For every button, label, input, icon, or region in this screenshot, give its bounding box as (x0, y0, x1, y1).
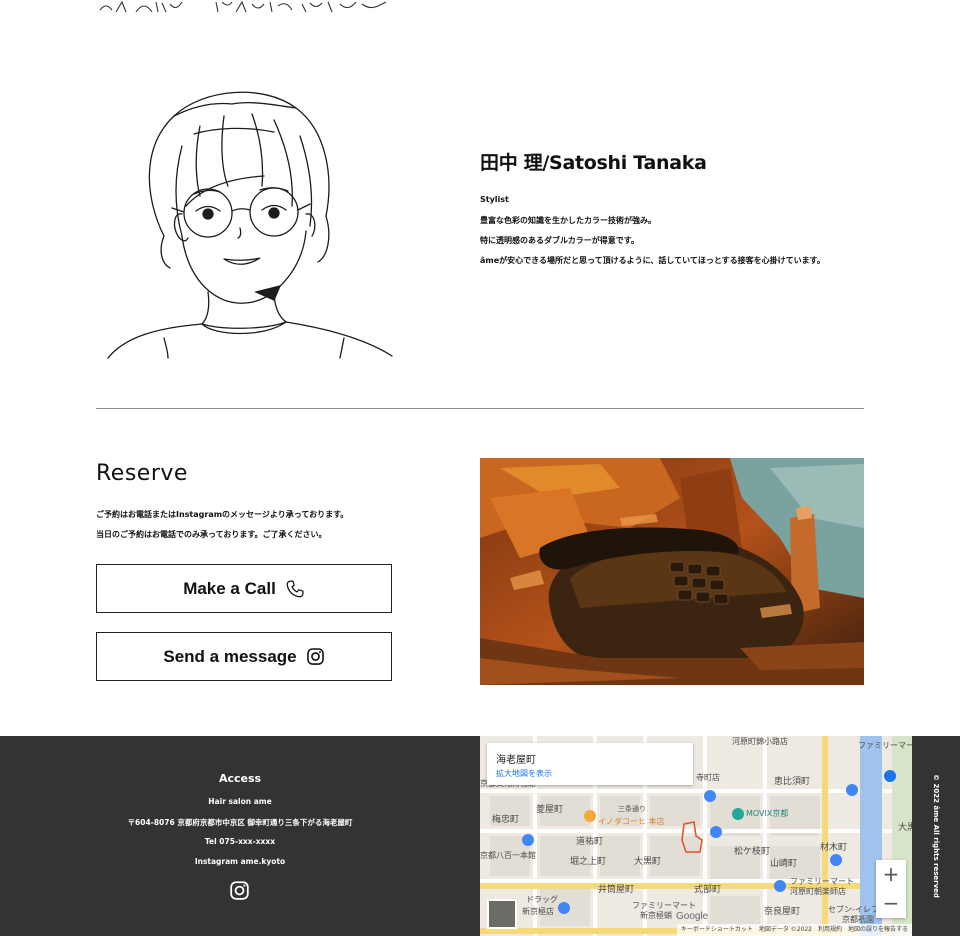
stylist-bio-line: 豊富な色彩の知識を生かしたカラー技術が強み。 (480, 216, 656, 225)
telephone-painting-image (480, 458, 864, 685)
copyright-text: © 2022 âme All rights reserved (932, 774, 940, 898)
access-heading: Access (218, 772, 262, 785)
larger-map-link[interactable]: 拡大地図を表示 (496, 768, 552, 779)
zoom-out-button[interactable]: − (876, 889, 906, 918)
salon-phone: Tel 075-xxx-xxxx (204, 837, 276, 846)
map-label: 堀之上町 (570, 857, 607, 867)
phone-icon (285, 579, 305, 599)
map-label: 大黒 (898, 823, 912, 833)
salon-instagram-handle: Instagram ame.kyoto (194, 857, 286, 866)
map-label: 山崎町 (770, 859, 798, 869)
stylist-name: 田中 理/Satoshi Tanaka (480, 152, 707, 174)
google-map-embed[interactable]: 河原町錦小路店 ファミリーマート 寺町店 京都文化博物館 恵比須町 菱屋町 三条… (480, 736, 912, 936)
instagram-icon (306, 647, 325, 666)
map-label: MOVIX京都 (746, 809, 789, 818)
map-label: 河原町朝楽師店 (790, 887, 846, 896)
map-label: 京都八百一本館 (480, 851, 536, 860)
map-label: 菱屋町 (536, 805, 564, 815)
map-label: 河原町錦小路店 (732, 737, 788, 746)
map-label: 大黒町 (634, 857, 662, 867)
map-label: 式部町 (694, 885, 722, 895)
map-attribution[interactable]: キーボードショートカット 地図データ ©2022 利用規約 地図の誤りを報告する (676, 924, 912, 936)
map-label: イノダコーヒ 本店 (598, 817, 665, 826)
section-divider (96, 408, 864, 409)
map-label: 新京極店 (522, 907, 554, 916)
map-label: ファミリーマート (858, 741, 912, 750)
map-label: 梅忠町 (492, 815, 520, 825)
google-logo: Google (676, 911, 709, 922)
map-place-title: 海老屋町 (496, 755, 536, 766)
copyright-sidebar: © 2022 âme All rights reserved (912, 736, 960, 936)
salon-name: Hair salon ame (208, 797, 272, 806)
stylist-portrait-illustration (104, 86, 394, 360)
map-satellite-toggle[interactable] (487, 899, 517, 929)
map-place-card: 海老屋町 拡大地図を表示 (487, 743, 693, 785)
map-zoom-controls: + − (876, 860, 906, 918)
reserve-text-line: ご予約はお電話またはInstagramのメッセージより承っております。 (96, 510, 349, 519)
map-label: 松ケ枝町 (734, 847, 771, 857)
zoom-in-button[interactable]: + (876, 860, 906, 889)
map-label: ドラッグ (526, 895, 558, 904)
map-label: 道祐町 (576, 837, 604, 847)
salon-address: 〒604-8076 京都府京都市中京区 御幸町通り三条下がる海老屋町 (127, 818, 353, 827)
reserve-heading: Reserve (96, 461, 188, 486)
send-message-label: Send a message (163, 646, 297, 666)
stylist-bio-line: 特に透明感のあるダブルカラーが得意です。 (480, 236, 639, 245)
send-message-button[interactable]: Send a message (96, 632, 392, 681)
map-label: 奈良屋町 (764, 907, 801, 917)
footer-instagram-icon[interactable] (229, 880, 250, 901)
map-label: 三条通り (618, 805, 646, 813)
map-label: 井筒屋町 (598, 885, 635, 895)
reserve-text-line: 当日のご予約はお電話でのみ承っております。ご了承ください。 (96, 530, 327, 539)
map-label: 材木町 (820, 843, 848, 853)
make-call-label: Make a Call (183, 578, 276, 598)
top-sketch-illustration (96, 0, 392, 16)
site-footer: Access Hair salon ame 〒604-8076 京都府京都市中京… (0, 736, 960, 936)
map-label: 新京極蛸 (640, 911, 672, 920)
stylist-role: Stylist (480, 195, 509, 204)
map-label: 寺町店 (696, 773, 720, 782)
stylist-bio-line: âmeが安心できる場所だと思って頂けるように、話していてほっとする接客を心掛けて… (480, 256, 825, 265)
map-label: 恵比須町 (774, 777, 811, 787)
make-call-button[interactable]: Make a Call (96, 564, 392, 613)
